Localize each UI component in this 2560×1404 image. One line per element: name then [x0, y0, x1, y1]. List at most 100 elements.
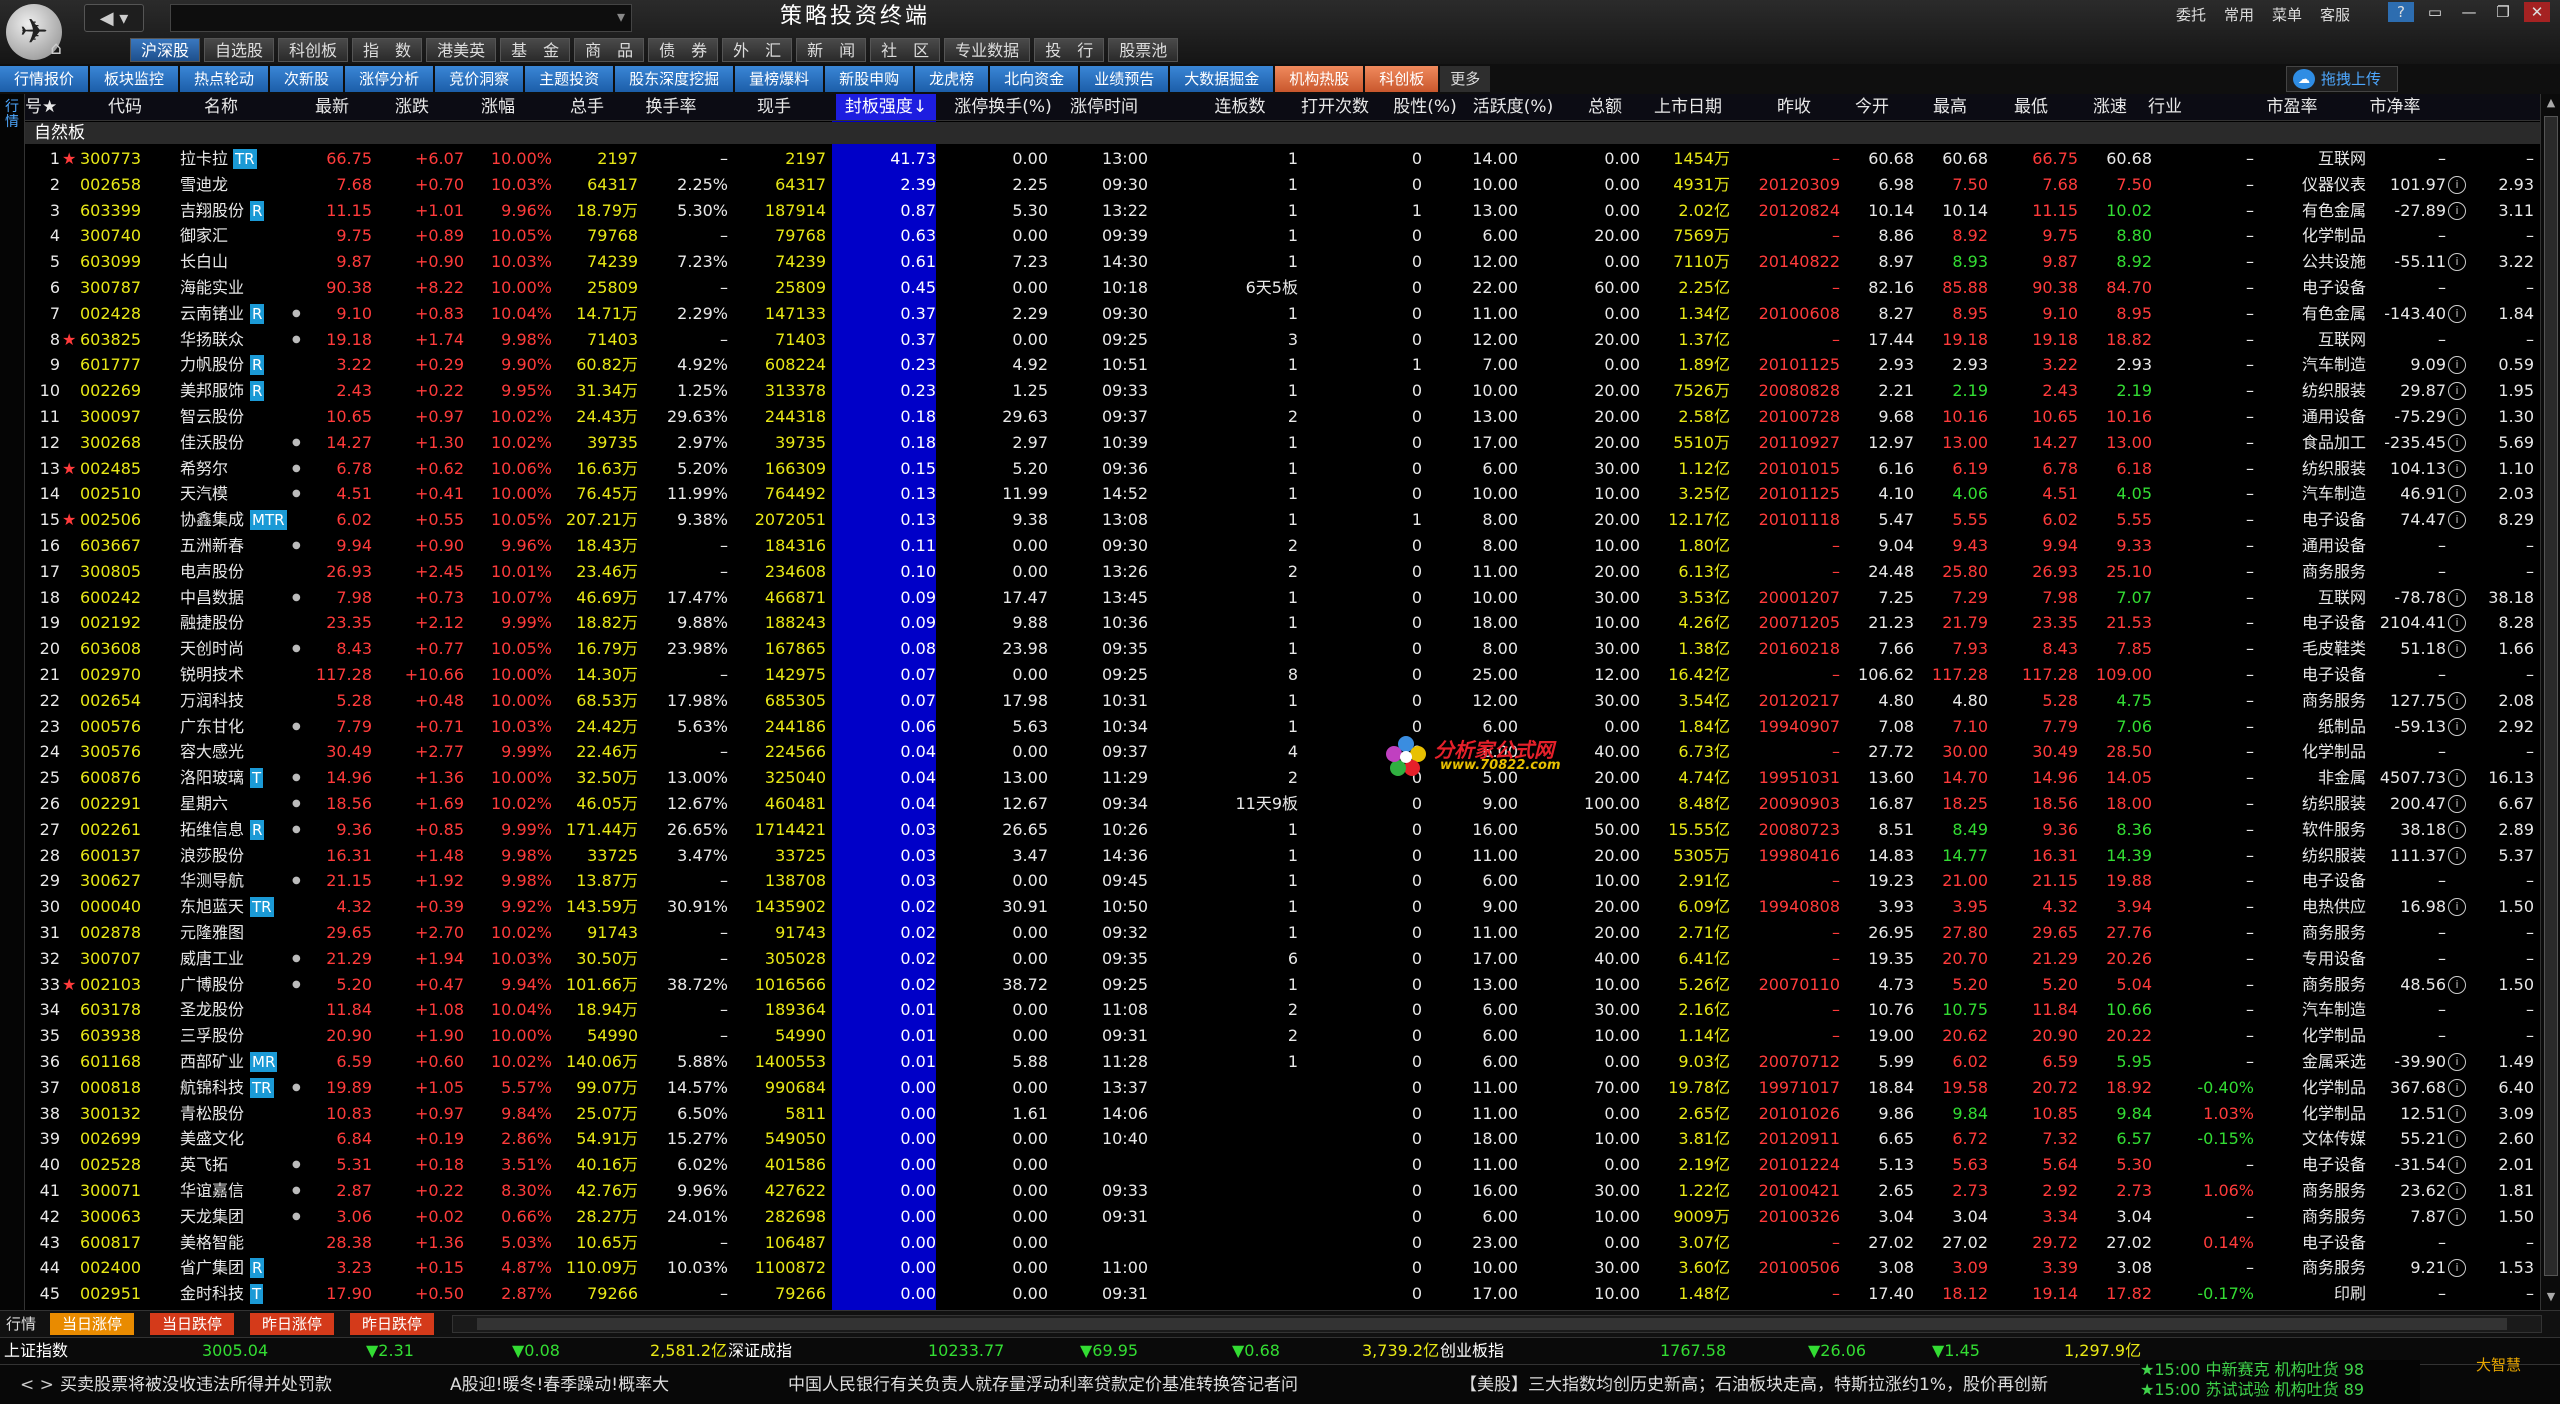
main-menu-item[interactable]: 新 闻: [796, 38, 867, 62]
table-row[interactable]: 23 000576 广东甘化 ● 7.79 +0.71 10.03% 24.42万 5.63% 2…: [0, 714, 2540, 740]
function-tab[interactable]: 股东深度挖掘: [615, 66, 734, 92]
column-header[interactable]: 股性(%): [1380, 94, 1470, 120]
table-row[interactable]: 15 ★ 002506 协鑫集成 MTR 6.02 +0.55 10.05% 207.21万 9.…: [0, 507, 2540, 533]
column-header[interactable]: 市净率: [2340, 94, 2450, 120]
main-menu-item[interactable]: 指 数: [352, 38, 423, 62]
table-row[interactable]: 22 002654 万润科技 5.28 +0.48 10.00% 68.53万 17.98% 6…: [0, 688, 2540, 714]
table-row[interactable]: 14 002510 天汽模 ● 4.51 +0.41 10.00% 76.45万 11.99% 7…: [0, 481, 2540, 507]
column-header[interactable]: 涨停换手(%): [936, 94, 1070, 120]
table-row[interactable]: 28 600137 浪莎股份 16.31 +1.48 9.98% 33725 3.47% 337…: [0, 843, 2540, 869]
info-icon[interactable]: i: [2448, 640, 2466, 659]
table-row[interactable]: 19 002192 融捷股份 23.35 +2.12 9.99% 18.82万 9.88% 18…: [0, 610, 2540, 636]
info-icon[interactable]: i: [2448, 253, 2466, 272]
column-header[interactable]: 涨速: [2072, 94, 2148, 120]
function-tab[interactable]: 科创板: [1365, 66, 1439, 92]
function-tab[interactable]: 热点轮动: [180, 66, 269, 92]
column-header[interactable]: 上市日期: [1654, 94, 1722, 120]
function-tab[interactable]: 涨停分析: [345, 66, 434, 92]
table-row[interactable]: 30 000040 东旭蓝天 TR 4.32 +0.39 9.92% 143.59万 30.91…: [0, 894, 2540, 920]
table-row[interactable]: 36 601168 西部矿业 MR 6.59 +0.60 10.02% 140.06万 5.88…: [0, 1049, 2540, 1075]
horizontal-scrollbar[interactable]: [452, 1315, 2542, 1333]
column-header[interactable]: 连板数: [1190, 94, 1290, 120]
info-icon[interactable]: i: [2448, 433, 2466, 452]
ticker-arrows[interactable]: < >: [20, 1365, 54, 1404]
sh-index-name[interactable]: 上证指数: [4, 1338, 68, 1364]
main-menu-item[interactable]: 商 品: [574, 38, 645, 62]
scroll-down-icon[interactable]: ▼: [2544, 1290, 2558, 1306]
info-icon[interactable]: i: [2448, 1182, 2466, 1200]
column-header[interactable]: 总额: [1556, 94, 1654, 120]
table-row[interactable]: 41 300071 华谊嘉信 ● 2.87 +0.22 8.30% 42.76万 9.96% 42…: [0, 1178, 2540, 1204]
minimize-icon[interactable]: —: [2456, 2, 2482, 22]
table-row[interactable]: 12 300268 佳沃股份 ● 14.27 +1.30 10.02% 39735 2.97% 3…: [0, 430, 2540, 456]
system-menu-item[interactable]: 常用: [2224, 4, 2254, 26]
system-menu-item[interactable]: 菜单: [2272, 4, 2302, 26]
main-menu-item[interactable]: 外 汇: [722, 38, 793, 62]
table-row[interactable]: 11 300097 智云股份 10.65 +0.97 10.02% 24.43万 29.63%…: [0, 404, 2540, 430]
table-row[interactable]: 8 ★ 603825 华扬联众 ● 19.18 +1.74 9.98% 71403–71403 0…: [0, 327, 2540, 353]
table-row[interactable]: 13 ★ 002485 希努尔 ● 6.78 +0.62 10.06% 16.63万 5.20% 1…: [0, 456, 2540, 482]
main-menu-item[interactable]: 沪深股: [130, 38, 201, 62]
info-icon[interactable]: i: [2448, 1053, 2466, 1071]
vertical-scrollbar[interactable]: ▲ ▼: [2540, 94, 2560, 1310]
alert-item[interactable]: ★15:00 苏试试验 机构吐货 89: [2140, 1380, 2420, 1400]
table-row[interactable]: 17 300805 电声股份 26.93 +2.45 10.01% 23.46万 – 23460…: [0, 559, 2540, 585]
info-icon[interactable]: i: [2448, 1156, 2466, 1175]
info-icon[interactable]: i: [2448, 1078, 2466, 1097]
main-menu-item[interactable]: 科创板: [278, 38, 349, 62]
table-row[interactable]: 33 ★ 002103 广博股份 ● 5.20 +0.47 9.94% 101.66万 38.72…: [0, 972, 2540, 998]
table-row[interactable]: 32 300707 威唐工业 ● 21.29 +1.94 10.03% 30.50万 –3050…: [0, 946, 2540, 972]
info-icon[interactable]: i: [2448, 795, 2466, 813]
system-menu-item[interactable]: 委托: [2176, 4, 2206, 26]
table-row[interactable]: 43 600817 美格智能 28.38 +1.36 5.03% 10.65万 – 106487…: [0, 1230, 2540, 1256]
function-tab[interactable]: 板块监控: [90, 66, 179, 92]
bottom-tab[interactable]: 当日跌停: [150, 1313, 235, 1335]
column-header[interactable]: 最高: [1910, 94, 1990, 120]
main-menu-item[interactable]: 基 金: [500, 38, 571, 62]
table-row[interactable]: 25 600876 洛阳玻璃 T ● 14.96 +1.36 10.00% 32.50万 13.0…: [0, 765, 2540, 791]
column-header[interactable]: 代码: [108, 94, 142, 120]
nav-back-forward-button[interactable]: ◀ ▾: [84, 4, 144, 32]
table-row[interactable]: 34 603178 圣龙股份 11.84 +1.08 10.04% 18.94万 – 18936…: [0, 997, 2540, 1023]
news-item-4[interactable]: 【美股】三大指数均创历史新高；石油板块走高，特斯拉涨约1%，股价再创新: [1460, 1365, 2048, 1404]
function-tab[interactable]: 次新股: [270, 66, 344, 92]
help-icon[interactable]: ?: [2388, 2, 2414, 22]
left-strip-label[interactable]: 行情: [2, 100, 22, 130]
info-icon[interactable]: i: [2448, 382, 2466, 401]
main-menu-item[interactable]: 专业数据: [944, 38, 1031, 62]
info-icon[interactable]: i: [2448, 1104, 2466, 1123]
function-tab[interactable]: 量榜爆料: [735, 66, 824, 92]
table-row[interactable]: 21 002970 锐明技术 117.28 +10.66 10.00% 14.30万 – 142…: [0, 662, 2540, 688]
cy-index-name[interactable]: 创业板指: [1440, 1338, 1504, 1364]
column-header[interactable]: 最新: [292, 94, 372, 120]
column-header[interactable]: 总手: [544, 94, 630, 120]
main-menu-item[interactable]: 自选股: [204, 38, 275, 62]
function-tab[interactable]: 大数据掘金: [1170, 66, 1274, 92]
hscroll-thumb[interactable]: [477, 1318, 2507, 1330]
table-row[interactable]: 31 002878 元隆雅图 29.65 +2.70 10.02% 91743 – 91743 0…: [0, 920, 2540, 946]
system-menu-item[interactable]: 客服: [2320, 4, 2350, 26]
table-row[interactable]: 45 002951 金时科技 T 17.90 +0.50 2.87% 79266 – 79266 0…: [0, 1281, 2540, 1307]
bottom-tab[interactable]: 昨日涨停: [250, 1313, 335, 1335]
table-row[interactable]: 7 002428 云南锗业 R ● 9.10 +0.83 10.04% 14.71万 2.29% 1…: [0, 301, 2540, 327]
table-row[interactable]: 24 300576 容大感光 30.49 +2.77 9.99% 22.46万 – 224566…: [0, 739, 2540, 765]
column-header[interactable]: 名称: [204, 94, 238, 120]
info-icon[interactable]: i: [2448, 175, 2466, 194]
main-menu-item[interactable]: 港美英: [426, 38, 497, 62]
function-tab[interactable]: 业绩预告: [1080, 66, 1169, 92]
function-tab[interactable]: 主题投资: [525, 66, 614, 92]
bottom-tab[interactable]: 当日涨停: [50, 1313, 135, 1335]
info-icon[interactable]: i: [2448, 304, 2466, 323]
table-row[interactable]: 10 002269 美邦服饰 R 2.43 +0.22 9.95% 31.34万 1.25% 31…: [0, 378, 2540, 404]
column-header[interactable]: 现手: [712, 94, 836, 120]
news-item-2[interactable]: A股迎!暖冬!春季躁动!概率大: [450, 1365, 669, 1404]
main-menu-item[interactable]: 投 行: [1034, 38, 1105, 62]
table-row[interactable]: 9 601777 力帆股份 R 3.22 +0.29 9.90% 60.82万 4.92% 608…: [0, 352, 2540, 378]
main-menu-item[interactable]: 债 券: [648, 38, 719, 62]
function-tab[interactable]: 龙虎榜: [915, 66, 989, 92]
table-row[interactable]: 29 300627 华测导航 ● 21.15 +1.92 9.98% 13.87万 –13870…: [0, 868, 2540, 894]
info-icon[interactable]: i: [2448, 201, 2466, 220]
table-row[interactable]: 5 603099 长白山 9.87 +0.90 10.03% 74239 7.23% 74239…: [0, 249, 2540, 275]
scroll-thumb[interactable]: [2544, 116, 2558, 1276]
info-icon[interactable]: i: [2448, 846, 2466, 865]
